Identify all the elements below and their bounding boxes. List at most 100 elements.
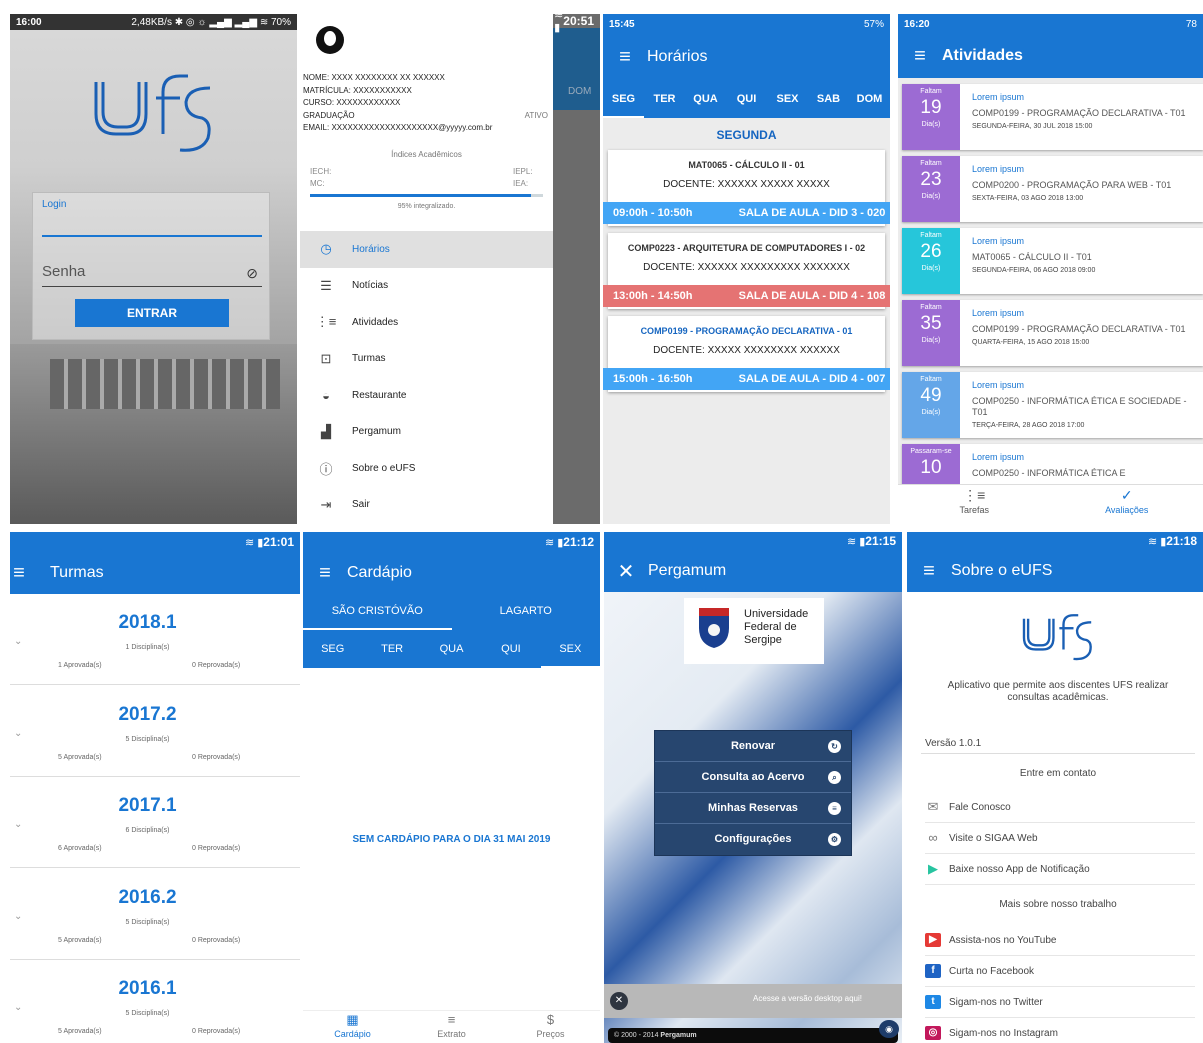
my-reservations-button[interactable]: Minhas Reservas ≡ — [655, 793, 851, 824]
chevron-down-icon[interactable]: ⌄ — [14, 636, 22, 647]
activity-card[interactable]: Passaram-se 10 Lorem ipsum COMP0250 - INFOR… — [902, 444, 1203, 484]
notification-app-link[interactable]: ▶ Baixe nosso App de Notificação — [925, 854, 1195, 885]
sigaa-link[interactable]: ∞ Visite o SIGAA Web — [925, 823, 1195, 854]
menu-icon[interactable]: ≡ — [907, 560, 951, 583]
tab-qui[interactable]: QUI — [481, 630, 540, 668]
page-title: Turmas — [50, 564, 104, 581]
drawer-item-label: Pergamum — [352, 426, 401, 438]
password-input[interactable]: Senha ⊘ — [42, 263, 262, 287]
menu-icon[interactable]: ≡ — [303, 562, 347, 585]
menu-icon[interactable]: ≡ — [603, 46, 647, 69]
semester-item[interactable]: ⌄ 2018.1 1 Disciplina(s) 1 Aprovada(s) 0 Rep… — [10, 594, 300, 685]
countdown-prefix: Faltam — [920, 376, 942, 383]
contact-us-link[interactable]: ✉ Fale Conosco — [925, 792, 1195, 823]
drawer-item-library[interactable]: ▟ Pergamum — [300, 414, 553, 451]
menu-icon[interactable]: ≡ — [898, 45, 942, 68]
youtube-link[interactable]: ▶ Assista-nos no YouTube — [925, 925, 1195, 956]
sigaa-icon: ∞ — [928, 830, 938, 845]
countdown-number: 35 — [920, 313, 942, 334]
countdown-badge: Faltam 19 Dia(s) — [902, 84, 960, 150]
activity-card[interactable]: Faltam 23 Dia(s) Lorem ipsum COMP0200 - PROG… — [902, 156, 1203, 222]
activity-body: Lorem ipsum COMP0250 - INFORMÁTICA ÉTICA … — [960, 372, 1203, 438]
drawer-item-classes[interactable]: ⊡ Turmas — [300, 341, 553, 378]
nav-precos[interactable]: $ Preços — [501, 1011, 600, 1043]
renew-button[interactable]: Renovar ↻ — [655, 731, 851, 762]
drawer-item-info[interactable]: ⓘ Sobre o eUFS — [300, 450, 553, 487]
discipline-count: 1 Disciplina(s) — [125, 644, 170, 651]
iea-label: IEA: — [513, 179, 529, 188]
login-input[interactable] — [42, 215, 262, 237]
chevron-down-icon[interactable]: ⌄ — [14, 819, 22, 830]
campus-tab-sao-cristovao[interactable]: SÃO CRISTÓVÃO — [303, 594, 452, 630]
status-indicators: 2,48KB/s ✱ ◎ ☼ ▂▄▆ ▂▄▆ ≋ 70% — [131, 16, 291, 28]
status-time: 21:01 — [263, 535, 294, 549]
nav-evaluations[interactable]: ✓ Avaliações — [1051, 485, 1203, 524]
nav-cardapio[interactable]: ▦ Cardápio — [303, 1011, 402, 1043]
class-card[interactable]: COMP0199 - PROGRAMAÇÃO DECLARATIVA - 01 D… — [603, 316, 890, 392]
pergamum-screen: ≋ ▮ 21:15 ✕ Pergamum Universidade Federa… — [604, 532, 902, 1043]
progress-fill — [310, 194, 532, 197]
search-collection-button[interactable]: Consulta ao Acervo ⌕ — [655, 762, 851, 793]
tab-dom[interactable]: DOM — [849, 80, 890, 118]
menu-icon[interactable]: ≡ — [10, 562, 28, 585]
semester-year: 2018.1 — [118, 612, 177, 633]
class-card[interactable]: MAT0065 - CÁLCULO II - 01 DOCENTE: XXXXXX… — [603, 150, 890, 226]
activity-card[interactable]: Faltam 19 Dia(s) Lorem ipsum COMP0199 - PROG… — [902, 84, 1203, 150]
countdown-number: 19 — [920, 97, 942, 118]
logout-icon: ⇥ — [320, 496, 332, 512]
instagram-link[interactable]: ◎ Sigam-nos no Instagram — [925, 1018, 1195, 1043]
day-title: SEGUNDA — [716, 128, 777, 142]
desktop-bar[interactable]: ✕ Acesse a versão desktop aqui! — [604, 984, 902, 1018]
semester-item[interactable]: ⌄ 2017.1 6 Disciplina(s) 6 Aprovada(s) 0 Rep… — [10, 777, 300, 868]
facebook-link[interactable]: f Curta no Facebook — [925, 956, 1195, 987]
tab-sab[interactable]: SAB — [808, 80, 849, 118]
countdown-prefix: Faltam — [920, 160, 942, 167]
class-card[interactable]: COMP0223 - ARQUITETURA DE COMPUTADORES I… — [603, 233, 890, 309]
tab-seg[interactable]: SEG — [603, 80, 644, 118]
nav-tasks[interactable]: ⋮≡ Tarefas — [898, 485, 1051, 524]
tab-sex[interactable]: SEX — [767, 80, 808, 118]
visibility-off-icon[interactable]: ⊘ — [246, 265, 258, 282]
instagram-icon: ◎ — [925, 1026, 941, 1040]
chevron-down-icon[interactable]: ⌄ — [14, 911, 22, 922]
activity-card[interactable]: Faltam 26 Dia(s) Lorem ipsum MAT0065 - CÁLCU… — [902, 228, 1203, 294]
drawer-item-clock[interactable]: ◷ Horários — [300, 231, 553, 268]
drawer-item-restaurant[interactable]: ◒ Restaurante — [300, 377, 553, 414]
nav-label: Avaliações — [1105, 505, 1149, 515]
tab-ter[interactable]: TER — [644, 80, 685, 118]
close-icon[interactable]: ✕ — [604, 559, 648, 584]
desktop-link[interactable]: Acesse a versão desktop aqui! — [604, 994, 902, 1003]
chevron-down-icon[interactable]: ⌄ — [14, 1002, 22, 1013]
class-code: MAT0065 - CÁLCULO II - 01 — [688, 160, 805, 170]
activity-card[interactable]: Faltam 35 Dia(s) Lorem ipsum COMP0199 - PROG… — [902, 300, 1203, 366]
menu-label: Configurações — [714, 833, 792, 845]
twitter-link[interactable]: t Sigam-nos no Twitter — [925, 987, 1195, 1018]
chevron-down-icon[interactable]: ⌄ — [14, 728, 22, 739]
countdown-number: 23 — [920, 169, 942, 190]
activity-body: Lorem ipsum COMP0200 - PROGRAMAÇÃO PARA W… — [960, 156, 1203, 222]
enter-button[interactable]: ENTRAR — [75, 299, 229, 327]
semester-item[interactable]: ⌄ 2016.2 5 Disciplina(s) 5 Aprovada(s) 0 Rep… — [10, 869, 300, 960]
campus-tab-lagarto[interactable]: LAGARTO — [452, 594, 601, 630]
tab-qui[interactable]: QUI — [726, 80, 767, 118]
countdown-number: 10 — [920, 457, 942, 478]
drawer-item-label: Restaurante — [352, 389, 407, 401]
camera-icon[interactable]: ◉ — [879, 1020, 899, 1038]
drawer-item-news[interactable]: ☰ Notícias — [300, 268, 553, 305]
countdown-badge: Faltam 23 Dia(s) — [902, 156, 960, 222]
settings-button[interactable]: Configurações ⚙ — [655, 824, 851, 855]
login-form: Login Senha ⊘ ENTRAR — [32, 192, 270, 340]
drawer-item-activities[interactable]: ⋮≡ Atividades — [300, 304, 553, 341]
semester-item[interactable]: ⌄ 2017.2 5 Disciplina(s) 5 Aprovada(s) 0 Rep… — [10, 686, 300, 777]
tab-seg[interactable]: SEG — [303, 630, 362, 668]
tab-qua[interactable]: QUA — [422, 630, 481, 668]
tab-sex[interactable]: SEX — [540, 630, 600, 668]
tab-ter[interactable]: TER — [362, 630, 421, 668]
tab-qua[interactable]: QUA — [685, 80, 726, 118]
drawer-item-logout[interactable]: ⇥ Sair — [300, 487, 553, 524]
activity-card[interactable]: Faltam 49 Dia(s) Lorem ipsum COMP0250 - INFO… — [902, 372, 1203, 438]
semester-item[interactable]: ⌄ 2016.1 5 Disciplina(s) 5 Aprovada(s) 0 Rep… — [10, 960, 300, 1043]
notification-app-icon: ▶ — [928, 861, 938, 876]
activity-course: COMP0200 - PROGRAMAÇÃO PARA WEB - T01 — [972, 180, 1172, 190]
nav-extrato[interactable]: ≡ Extrato — [402, 1011, 501, 1043]
